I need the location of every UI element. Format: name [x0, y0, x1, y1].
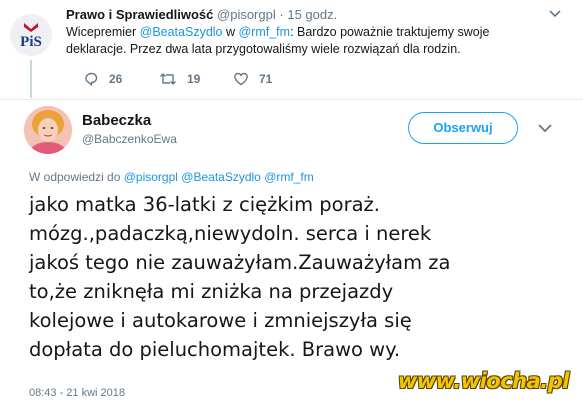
pis-logo-avatar[interactable]: PiS	[10, 14, 52, 56]
tweet-text-line: kolejowe i autokarowe i zmniejszyła się	[29, 309, 412, 332]
pis-logo-text: PiS	[20, 34, 42, 50]
retweet-count: 19	[187, 72, 201, 86]
display-name[interactable]: Babeczka	[82, 112, 151, 129]
tweet-text-line: mózg.,padaczką,niewydoln. serca i nerek	[29, 222, 432, 245]
tweet-text-line: to,że zniknęła mi zniżka na przejazdy	[29, 280, 394, 303]
parent-tweet-header: Prawo i Sprawiedliwość @pisorgpl · 15 go…	[66, 7, 337, 22]
divider	[0, 99, 583, 100]
parent-text-mid: w	[222, 25, 239, 39]
heart-icon	[234, 72, 248, 86]
tweet-timestamp[interactable]: 08:43 - 21 kwi 2018	[29, 387, 125, 399]
thread-line	[30, 60, 32, 98]
pis-logo-icon: PiS	[10, 14, 52, 56]
parent-handle[interactable]: @pisorgpl	[217, 7, 276, 22]
parent-tweet-text: Wicepremier @BeataSzydlo w @rmf_fm: Bard…	[66, 24, 546, 58]
parent-separator: ·	[279, 7, 284, 22]
reply-to-mention-2[interactable]: @BeataSzydlo	[181, 170, 261, 184]
reply-count: 26	[109, 72, 123, 86]
parent-more-chevron-down-icon[interactable]	[546, 4, 564, 22]
tweet-text-line: dopłata do pieluchomajtek. Brawo wy.	[29, 338, 401, 361]
parent-account-name[interactable]: Prawo i Sprawiedliwość	[66, 7, 213, 22]
retweet-icon	[160, 73, 176, 85]
reply-context: W odpowiedzi do @pisorgpl @BeataSzydlo @…	[29, 170, 314, 184]
user-handle[interactable]: @BabczenkoEwa	[82, 132, 177, 146]
parent-tweet[interactable]: PiS Prawo i Sprawiedliwość @pisorgpl · 1…	[0, 0, 583, 100]
parent-mention-1[interactable]: @BeataSzydlo	[140, 25, 223, 39]
tweet-text: jako matka 36-latki z ciężkim poraż. móz…	[29, 190, 499, 364]
parent-time-ago[interactable]: 15 godz.	[287, 7, 337, 22]
reply-icon	[85, 72, 98, 86]
more-options-chevron-down-icon[interactable]	[535, 120, 555, 136]
reply-action[interactable]: 26	[83, 71, 122, 87]
like-count: 71	[259, 72, 273, 86]
follow-button[interactable]: Obserwuj	[408, 112, 518, 144]
tweet-text-line: jakoś tego nie zauważyłam.Zauważyłam za	[29, 251, 451, 274]
reply-to-mention-1[interactable]: @pisorgpl	[124, 170, 178, 184]
retweet-action[interactable]: 19	[159, 71, 200, 87]
tweet-text-line: jako matka 36-latki z ciężkim poraż.	[29, 193, 380, 216]
reply-to-mention-3[interactable]: @rmf_fm	[264, 170, 314, 184]
avatar-image	[24, 106, 72, 154]
watermark: www.wiocha.pl	[397, 369, 570, 393]
parent-mention-2[interactable]: @rmf_fm	[238, 25, 290, 39]
avatar[interactable]	[24, 106, 72, 154]
reply-to-label: W odpowiedzi do	[29, 170, 121, 184]
parent-text-prefix: Wicepremier	[66, 25, 140, 39]
like-action[interactable]: 71	[233, 71, 272, 87]
